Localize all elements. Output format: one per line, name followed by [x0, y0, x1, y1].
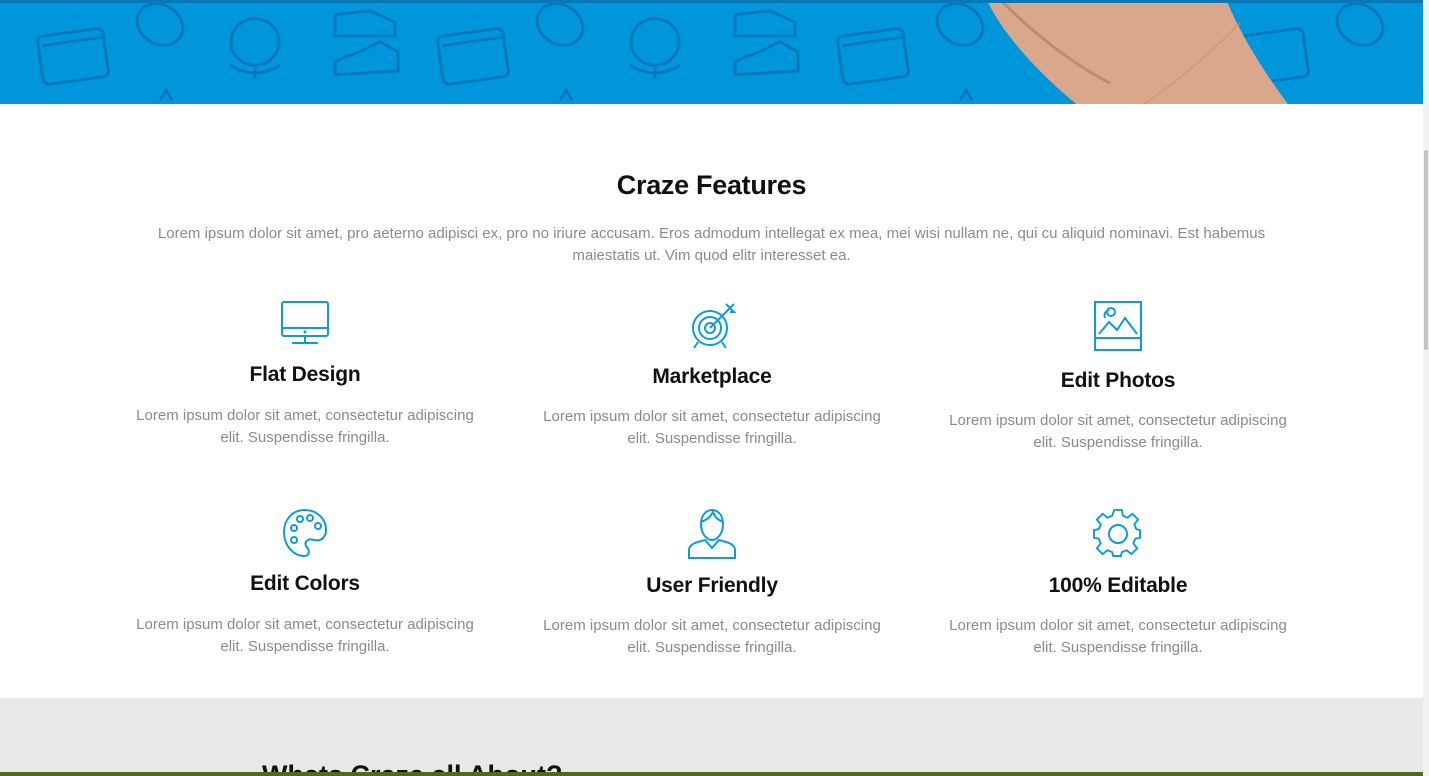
scrollbar[interactable] [1423, 0, 1429, 776]
feature-user-friendly: User Friendly Lorem ipsum dolor sit amet… [542, 508, 882, 659]
scrollbar-thumb[interactable] [1424, 150, 1428, 350]
about-section: Whats Craze all About? [0, 698, 1423, 776]
hero-banner [0, 0, 1423, 104]
feature-title: Flat Design [249, 363, 361, 386]
feature-title: User Friendly [646, 574, 778, 597]
feature-text: Lorem ipsum dolor sit amet, consectetur … [136, 407, 474, 446]
feature-title: Marketplace [652, 365, 772, 388]
monitor-icon [281, 301, 329, 344]
feature-title: 100% Editable [1048, 574, 1188, 597]
photo-icon [1094, 301, 1142, 351]
hand-image [988, 3, 1288, 104]
feature-marketplace: Marketplace Lorem ipsum dolor sit amet, … [542, 300, 882, 450]
feature-edit-photos: Edit Photos Lorem ipsum dolor sit amet, … [948, 300, 1288, 454]
feature-text: Lorem ipsum dolor sit amet, consectetur … [543, 408, 881, 447]
feature-text: Lorem ipsum dolor sit amet, consectetur … [136, 616, 474, 655]
feature-flat-design: Flat Design Lorem ipsum dolor sit amet, … [135, 300, 475, 449]
features-intro: Lorem ipsum dolor sit amet, pro aeterno … [157, 225, 1266, 264]
feature-text: Lorem ipsum dolor sit amet, consectetur … [949, 412, 1287, 451]
palette-icon [282, 508, 328, 558]
globe-icon [229, 17, 681, 79]
feature-edit-colors: Edit Colors Lorem ipsum dolor sit amet, … [135, 508, 475, 658]
gear-icon [1093, 508, 1142, 557]
feature-title: Edit Colors [250, 572, 360, 595]
feature-text: Lorem ipsum dolor sit amet, consectetur … [949, 617, 1287, 656]
page: Craze Features Lorem ipsum dolor sit ame… [0, 0, 1423, 776]
feature-text: Lorem ipsum dolor sit amet, consectetur … [543, 617, 881, 656]
feature-title: Edit Photos [1060, 369, 1176, 392]
user-icon [688, 508, 736, 559]
bottom-bar [0, 772, 1429, 776]
target-icon [692, 303, 737, 349]
features-title: Craze Features [616, 170, 807, 200]
feature-100-editable: 100% Editable Lorem ipsum dolor sit amet… [948, 508, 1288, 659]
sneaker-icon [333, 9, 800, 77]
